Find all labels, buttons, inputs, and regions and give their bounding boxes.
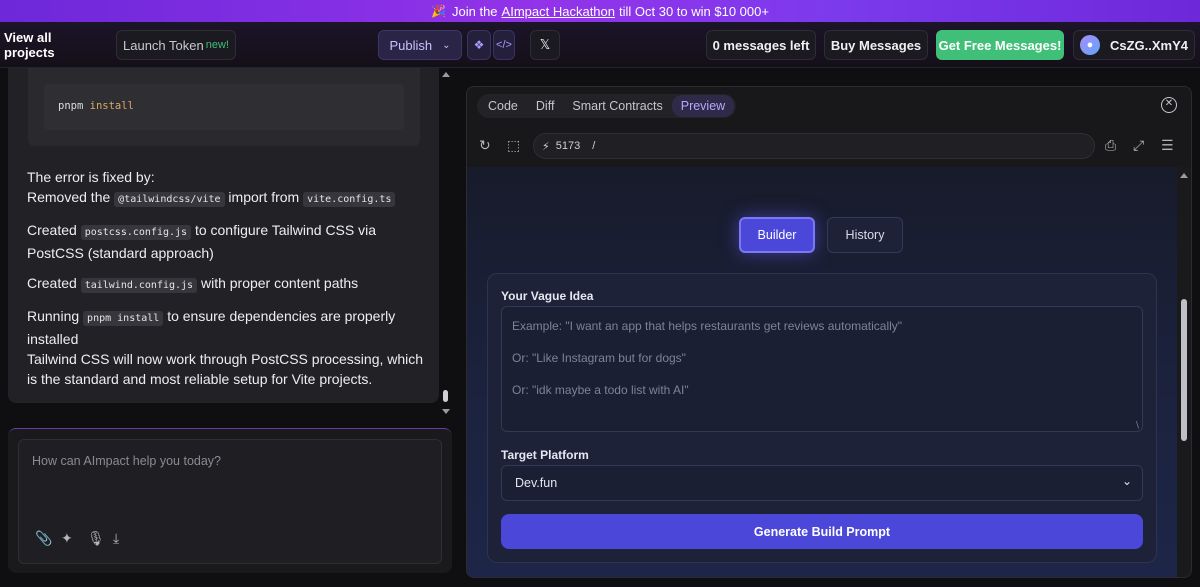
preview-panel: Code Diff Smart Contracts Preview ✕ ↻ ⬚ … [466, 86, 1192, 578]
fullscreen-icon[interactable]: ⤢ [1133, 137, 1144, 154]
launch-token-button[interactable]: Launch Token new! [116, 30, 236, 60]
inline-code: tailwind.config.js [80, 278, 198, 293]
chat-scroll-thumb[interactable] [443, 390, 448, 402]
running-install: Running pnpm install to ensure dependenc… [27, 306, 427, 389]
tab-diff[interactable]: Diff [527, 95, 564, 117]
menu-icon[interactable]: ☰ [1161, 137, 1174, 154]
top-bar: View all projects Launch Token new! Publ… [0, 22, 1200, 68]
builder-card: Your Vague Idea Example: "I want an app … [487, 273, 1157, 563]
hackathon-link[interactable]: AImpact Hackathon [502, 4, 615, 19]
idea-placeholder-line: Or: "idk maybe a todo list with AI" [512, 383, 689, 397]
prompt-input[interactable]: How can AImpact help you today? 📎 ✦ 🎙 ⤓ [18, 439, 442, 564]
chevron-down-icon: ⌄ [1121, 474, 1132, 488]
fix-intro: The error is fixed by: Removed the @tail… [27, 167, 427, 210]
buy-messages-button[interactable]: Buy Messages [824, 30, 928, 60]
chat-history: pnpm install The error is fixed by: Remo… [8, 68, 439, 403]
composer: How can AImpact help you today? 📎 ✦ 🎙 ⤓ [8, 428, 452, 573]
workbench-tabs: Code Diff Smart Contracts Preview [477, 94, 737, 118]
tab-smart-contracts[interactable]: Smart Contracts [563, 95, 671, 117]
scroll-up-icon[interactable] [1180, 173, 1188, 178]
prompt-placeholder: How can AImpact help you today? [32, 454, 222, 468]
scroll-up-icon[interactable] [442, 72, 450, 77]
resize-handle-icon[interactable]: ∖ [1134, 420, 1140, 431]
final-summary: Tailwind CSS will now work through PostC… [27, 351, 424, 387]
created-suffix: with proper content paths [200, 275, 359, 291]
fix-intro-text: The error is fixed by: [27, 169, 155, 185]
code-block: pnpm install [44, 84, 404, 130]
attach-icon[interactable]: 📎 [35, 530, 52, 547]
created-postcss: Created postcss.config.js to configure T… [27, 220, 427, 263]
builder-tab[interactable]: Builder [739, 217, 815, 253]
close-icon[interactable]: ✕ [1161, 97, 1177, 113]
mic-off-icon[interactable]: 🎙 [87, 530, 105, 547]
reload-icon[interactable]: ↻ [479, 137, 491, 154]
new-tag: new! [205, 39, 229, 51]
idea-placeholder-line: Example: "I want an app that helps resta… [512, 319, 903, 333]
view-all-projects-button[interactable]: View all projects [4, 30, 100, 60]
platform-select[interactable]: Dev.fun ⌄ [501, 465, 1143, 501]
banner-suffix: till Oct 30 to win $10 000+ [619, 3, 769, 19]
code-icon: </> [496, 39, 512, 51]
wallet-avatar-icon: ● [1079, 35, 1100, 55]
preview-scrollbar[interactable] [1177, 167, 1191, 577]
platform-label: Target Platform [501, 448, 589, 462]
chevron-down-icon: ⌄ [442, 39, 451, 51]
code-argument: install [89, 100, 134, 112]
generate-build-prompt-button[interactable]: Generate Build Prompt [501, 514, 1143, 549]
chat-scrollbar[interactable] [441, 68, 451, 418]
download-icon[interactable]: ⤓ [113, 530, 119, 547]
device-icon[interactable]: ⎙ [1105, 137, 1116, 154]
dev-mode-button[interactable]: ❖ [467, 30, 491, 60]
preview-app: Builder History Your Vague Idea Example:… [467, 167, 1177, 577]
tab-preview[interactable]: Preview [671, 95, 735, 117]
code-view-button[interactable]: </> [493, 30, 515, 60]
x-social-button[interactable]: 𝕏 [530, 30, 560, 60]
palette-icon: ❖ [473, 38, 485, 52]
inline-code: postcss.config.js [80, 225, 192, 240]
x-logo-icon: 𝕏 [539, 37, 551, 52]
code-command: pnpm [58, 100, 84, 112]
removed-middle: import from [228, 189, 300, 205]
preview-url-bar[interactable]: ⚡ 5173 / [533, 133, 1095, 159]
port-number: 5173 [555, 140, 581, 152]
created-prefix: Created [27, 275, 77, 291]
history-tab[interactable]: History [827, 217, 903, 253]
idea-label: Your Vague Idea [501, 289, 594, 303]
created-suffix: to configure Tailwind CSS via PostCSS (s… [27, 222, 377, 261]
idea-textarea[interactable]: Example: "I want an app that helps resta… [501, 306, 1143, 432]
party-icon: 🎉 [431, 4, 446, 18]
launch-token-label: Launch Token [123, 37, 204, 53]
created-tailwind: Created tailwind.config.js with proper c… [27, 273, 427, 296]
publish-label: Publish [389, 37, 433, 53]
select-element-icon[interactable]: ⬚ [507, 137, 520, 154]
preview-scroll-thumb[interactable] [1181, 299, 1187, 441]
hackathon-banner: 🎉 Join the AImpact Hackathon till Oct 30… [0, 0, 1200, 22]
plug-icon: ⚡ [542, 140, 550, 153]
get-free-messages-button[interactable]: Get Free Messages! [936, 30, 1064, 60]
wallet-button[interactable]: ● CsZG..XmY4 [1073, 30, 1195, 60]
publish-button[interactable]: Publish ⌄ [378, 30, 462, 60]
running-prefix: Running [27, 308, 80, 324]
removed-prefix: Removed the [27, 189, 111, 205]
sparkle-icon[interactable]: ✦ [61, 530, 73, 547]
tab-code[interactable]: Code [479, 95, 527, 117]
idea-placeholder-line: Or: "Like Instagram but for dogs" [512, 351, 686, 365]
messages-left-badge: 0 messages left [706, 30, 816, 60]
platform-value: Dev.fun [515, 476, 558, 490]
scroll-down-icon[interactable] [442, 409, 450, 414]
preview-path: / [592, 140, 596, 152]
inline-code: @tailwindcss/vite [114, 192, 225, 207]
inline-code: pnpm install [83, 311, 164, 326]
banner-prefix: Join the [452, 3, 498, 19]
wallet-address: CsZG..XmY4 [1109, 37, 1189, 53]
inline-code: vite.config.ts [303, 192, 396, 207]
created-prefix: Created [27, 222, 77, 238]
